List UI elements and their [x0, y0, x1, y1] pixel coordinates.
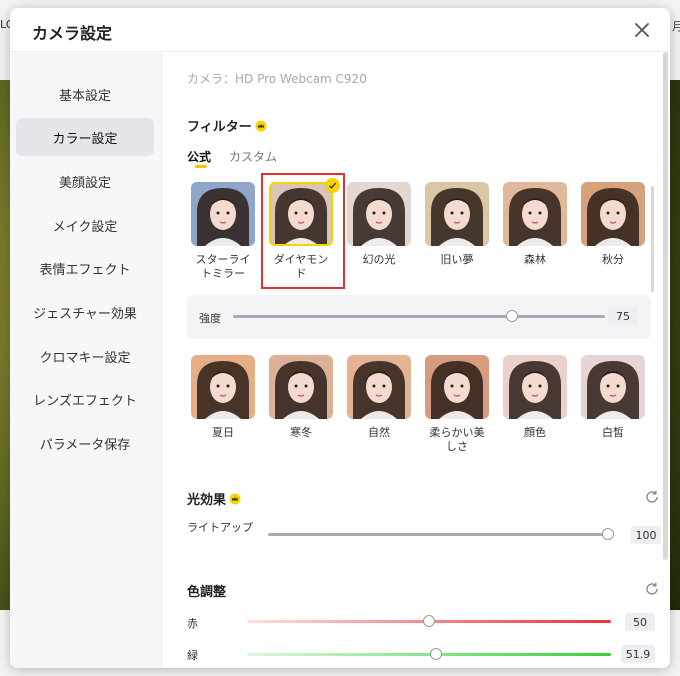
red-value[interactable]: 50	[625, 613, 655, 631]
strength-slider-handle[interactable]	[506, 310, 518, 322]
dialog-header: カメラ設定	[10, 8, 670, 52]
filter-name: 秋分	[602, 253, 624, 266]
strength-value[interactable]: 75	[608, 307, 638, 325]
filter-thumbnail	[503, 182, 567, 246]
settings-sidebar: 基本設定 カラー設定 美顔設定 メイク設定 表情エフェクト ジェスチャー効果 ク…	[10, 52, 162, 668]
sidebar-item-label: 基本設定	[58, 88, 111, 104]
filter-thumbnail	[191, 182, 255, 246]
filter-item[interactable]: 夏日	[191, 355, 257, 440]
filter-name: スターライトミラー	[195, 253, 251, 280]
color-adjust-section-title: 色調整	[187, 581, 226, 600]
green-label: 緑	[187, 649, 198, 662]
filter-item[interactable]: 秋分	[581, 182, 647, 267]
sidebar-item-color-settings[interactable]: カラー設定	[16, 118, 154, 156]
color-adjust-title-text: 色調整	[187, 585, 227, 600]
filter-thumbnail	[581, 355, 645, 419]
light-effect-reset-button[interactable]	[644, 489, 660, 505]
refresh-icon	[646, 582, 658, 595]
tab-official[interactable]: 公式	[187, 148, 211, 165]
filter-title-text: フィルター	[187, 120, 252, 135]
filter-item[interactable]: 柔らかい美しさ	[425, 355, 491, 454]
close-button[interactable]	[632, 20, 652, 40]
tab-custom[interactable]: カスタム	[229, 148, 277, 165]
sidebar-item-makeup-settings[interactable]: メイク設定	[16, 206, 154, 244]
lightup-value[interactable]: 100	[631, 526, 661, 544]
sidebar-item-label: 美顔設定	[58, 175, 111, 191]
filter-item[interactable]: 寒冬	[269, 355, 335, 440]
filter-thumbnail	[425, 355, 489, 419]
sidebar-item-label: レンズエフェクト	[33, 393, 137, 409]
refresh-icon	[646, 490, 658, 503]
active-tab-indicator	[195, 165, 207, 168]
filter-name: 自然	[368, 426, 390, 439]
filter-section-title: フィルター	[187, 116, 267, 135]
camera-name-label: カメラ：HD Pro Webcam C920	[187, 72, 367, 86]
filter-thumbnail	[269, 355, 333, 419]
filter-name: 白皙	[602, 426, 624, 439]
strength-slider-panel: 強度 75	[187, 295, 651, 339]
filter-name: 顔色	[524, 426, 546, 439]
filter-item[interactable]: 森林	[503, 182, 569, 267]
filter-item[interactable]: 自然	[347, 355, 413, 440]
selection-highlight-box	[261, 173, 345, 289]
lightup-slider-handle[interactable]	[602, 528, 614, 540]
green-value[interactable]: 51.9	[621, 645, 655, 663]
sidebar-item-label: パラメータ保存	[39, 437, 131, 453]
filter-name: 夏日	[212, 426, 234, 439]
filter-thumbnail	[347, 182, 411, 246]
filter-thumbnail	[581, 182, 645, 246]
filter-thumbnail	[347, 355, 411, 419]
filter-item[interactable]: 顔色	[503, 355, 569, 440]
strength-label: 強度	[199, 312, 221, 325]
filter-name: 寒冬	[290, 426, 312, 439]
filter-item[interactable]: 幻の光	[347, 182, 413, 267]
premium-crown-icon	[255, 120, 267, 131]
filter-item[interactable]: スターライトミラー	[191, 182, 257, 281]
lightup-label: ライトアップ	[187, 521, 253, 534]
sidebar-item-label: クロマキー設定	[39, 350, 131, 366]
sidebar-item-label: 表情エフェクト	[39, 262, 131, 278]
dialog-title: カメラ設定	[32, 24, 113, 43]
lightup-slider-track[interactable]	[268, 533, 608, 536]
camera-settings-dialog: カメラ設定 基本設定 カラー設定 美顔設定 メイク設定 表情エフェクト ジェスチ…	[10, 8, 670, 668]
light-effect-section-title: 光効果	[187, 489, 241, 508]
green-slider-handle[interactable]	[429, 648, 442, 660]
content-scrollbar[interactable]	[663, 52, 668, 560]
sidebar-item-parameter-save[interactable]: パラメータ保存	[16, 424, 154, 462]
sidebar-item-label: ジェスチャー効果	[33, 306, 137, 322]
close-icon	[635, 23, 649, 37]
sidebar-item-beauty-settings[interactable]: 美顔設定	[16, 162, 154, 200]
strength-slider-track[interactable]	[233, 315, 605, 318]
filter-name: 柔らかい美しさ	[429, 426, 485, 453]
settings-content: カメラ：HD Pro Webcam C920 フィルター 公式 カスタム スター…	[162, 52, 670, 668]
filter-item[interactable]: 旧い夢	[425, 182, 491, 267]
filter-thumbnail	[425, 182, 489, 246]
sidebar-item-gesture-effect[interactable]: ジェスチャー効果	[16, 293, 154, 331]
sidebar-item-lens-effect[interactable]: レンズエフェクト	[16, 380, 154, 418]
filter-name: 幻の光	[362, 253, 396, 266]
filter-list-scrollbar[interactable]	[651, 186, 654, 292]
color-adjust-reset-button[interactable]	[644, 581, 660, 597]
red-slider-handle[interactable]	[423, 615, 435, 627]
filter-name: 森林	[524, 253, 546, 266]
sidebar-item-label: カラー設定	[52, 131, 118, 147]
red-label: 赤	[187, 617, 198, 630]
filter-thumbnail	[503, 355, 567, 419]
filter-name: 旧い夢	[440, 253, 474, 266]
premium-crown-icon	[229, 493, 241, 504]
sidebar-item-chroma-key[interactable]: クロマキー設定	[16, 337, 154, 375]
sidebar-item-expression-effect[interactable]: 表情エフェクト	[16, 249, 154, 287]
filter-thumbnail	[191, 355, 255, 419]
filter-item[interactable]: 白皙	[581, 355, 647, 440]
background-edge-text-right: 月	[672, 20, 680, 33]
sidebar-item-basic-settings[interactable]: 基本設定	[16, 75, 154, 113]
light-effect-title-text: 光効果	[187, 493, 227, 508]
sidebar-item-label: メイク設定	[52, 219, 118, 235]
